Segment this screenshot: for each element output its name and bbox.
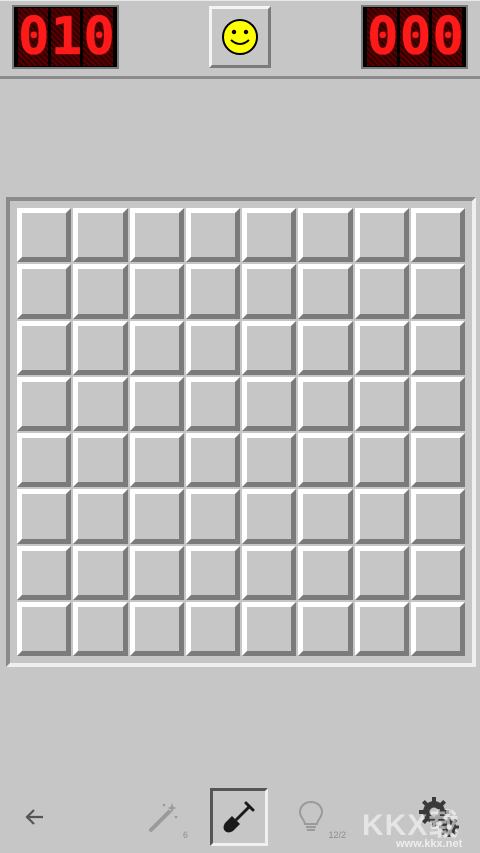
board-cell[interactable] (185, 433, 240, 488)
board-cell[interactable] (242, 376, 297, 431)
board-cell[interactable] (410, 545, 465, 600)
board-cell[interactable] (185, 208, 240, 263)
board-cell[interactable] (242, 489, 297, 544)
mine-counter: 0 1 0 (12, 5, 119, 69)
timer-counter: 0 0 0 (361, 5, 468, 69)
watermark-url: www.kkx.net (396, 838, 463, 850)
board-cell[interactable] (73, 433, 128, 488)
magic-wand-count: 6 (182, 830, 188, 840)
board-cell[interactable] (410, 489, 465, 544)
board-cell[interactable] (17, 545, 72, 600)
board-cell[interactable] (354, 320, 409, 375)
board-cell[interactable] (242, 545, 297, 600)
hint-count: 12/2 (328, 830, 346, 840)
timer-digit: 0 (367, 7, 398, 67)
board-cell[interactable] (129, 264, 184, 319)
smiley-face-icon (222, 19, 258, 55)
board-cell[interactable] (410, 264, 465, 319)
board-cell[interactable] (73, 601, 128, 656)
timer-digit: 0 (432, 7, 464, 67)
board-cell[interactable] (185, 376, 240, 431)
board-cell[interactable] (17, 601, 72, 656)
board-cell[interactable] (185, 545, 240, 600)
board-cell[interactable] (354, 601, 409, 656)
board-cell[interactable] (354, 433, 409, 488)
board-cell[interactable] (17, 433, 72, 488)
board-cell[interactable] (354, 208, 409, 263)
board-cell[interactable] (242, 264, 297, 319)
board-cell[interactable] (298, 601, 353, 656)
board-cell[interactable] (17, 208, 72, 263)
board-cell[interactable] (354, 545, 409, 600)
shovel-icon (223, 801, 255, 833)
board-cell[interactable] (242, 320, 297, 375)
timer-digit: 0 (399, 7, 431, 67)
board-cell[interactable] (185, 264, 240, 319)
hint-tool[interactable]: 12/2 (282, 788, 346, 846)
board-cell[interactable] (185, 601, 240, 656)
board-cell[interactable] (242, 208, 297, 263)
arrow-left-icon (25, 809, 43, 825)
board-cell[interactable] (129, 545, 184, 600)
board-cell[interactable] (73, 489, 128, 544)
board-cell[interactable] (73, 320, 128, 375)
minefield-grid (6, 197, 476, 667)
board-cell[interactable] (17, 376, 72, 431)
board-cell[interactable] (298, 489, 353, 544)
board-cell[interactable] (298, 433, 353, 488)
board-cell[interactable] (17, 320, 72, 375)
board-cell[interactable] (354, 376, 409, 431)
board-cell[interactable] (129, 601, 184, 656)
mine-counter-digit: 1 (50, 7, 82, 67)
board-cell[interactable] (73, 264, 128, 319)
board-cell[interactable] (410, 376, 465, 431)
shovel-tool[interactable] (210, 788, 268, 846)
board-cell[interactable] (410, 208, 465, 263)
board-cell[interactable] (17, 264, 72, 319)
board-cell[interactable] (298, 545, 353, 600)
board-cell[interactable] (73, 545, 128, 600)
board-cell[interactable] (17, 489, 72, 544)
magic-wand-icon (149, 803, 178, 832)
back-button[interactable] (6, 788, 64, 846)
top-bar: 0 1 0 0 0 0 (0, 0, 480, 79)
board-cell[interactable] (298, 208, 353, 263)
board-cell[interactable] (354, 489, 409, 544)
board-cell[interactable] (73, 376, 128, 431)
lightbulb-icon (298, 800, 324, 831)
board-cell[interactable] (298, 376, 353, 431)
mine-counter-digit: 0 (18, 7, 49, 67)
board-cell[interactable] (410, 601, 465, 656)
board-cell[interactable] (129, 376, 184, 431)
board-cell[interactable] (73, 208, 128, 263)
board-cell[interactable] (354, 264, 409, 319)
board-cell[interactable] (242, 433, 297, 488)
board-cell[interactable] (129, 320, 184, 375)
mine-counter-digit: 0 (83, 7, 115, 67)
board-cell[interactable] (410, 320, 465, 375)
board-cell[interactable] (129, 208, 184, 263)
reset-smiley-button[interactable] (209, 6, 271, 68)
board-cell[interactable] (129, 433, 184, 488)
magic-wand-tool[interactable]: 6 (134, 788, 192, 846)
board-cell[interactable] (298, 320, 353, 375)
board-cell[interactable] (185, 489, 240, 544)
board-cell[interactable] (298, 264, 353, 319)
board-cell[interactable] (185, 320, 240, 375)
board-cell[interactable] (129, 489, 184, 544)
board-cell[interactable] (242, 601, 297, 656)
board-cell[interactable] (410, 433, 465, 488)
